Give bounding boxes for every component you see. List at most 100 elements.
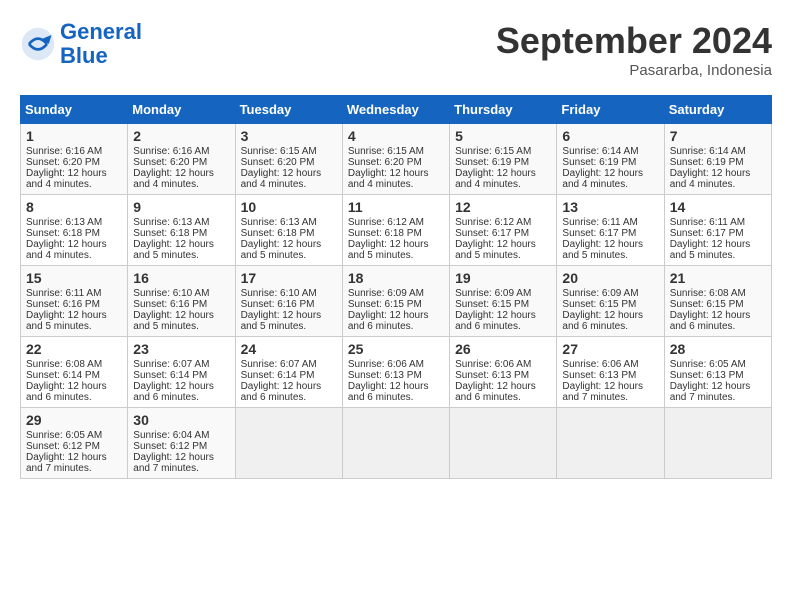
day-number: 4 xyxy=(348,128,444,144)
day-number: 29 xyxy=(26,412,122,428)
day-number: 28 xyxy=(670,341,766,357)
calendar-week-3: 15 Sunrise: 6:11 AM Sunset: 6:16 PM Dayli… xyxy=(21,266,772,337)
calendar-cell-15: 15 Sunrise: 6:11 AM Sunset: 6:16 PM Dayli… xyxy=(21,266,128,337)
weekday-header-friday: Friday xyxy=(557,96,664,124)
day-number: 30 xyxy=(133,412,229,428)
day-number: 13 xyxy=(562,199,658,215)
calendar-cell-13: 13 Sunrise: 6:11 AM Sunset: 6:17 PM Dayli… xyxy=(557,195,664,266)
day-info: Sunrise: 6:12 AM Sunset: 6:17 PM Dayligh… xyxy=(455,217,536,261)
day-info: Sunrise: 6:15 AM Sunset: 6:20 PM Dayligh… xyxy=(241,146,322,190)
day-info: Sunrise: 6:10 AM Sunset: 6:16 PM Dayligh… xyxy=(241,288,322,332)
calendar-cell-1: 1Sunrise: 6:16 AM Sunset: 6:20 PM Daylig… xyxy=(21,124,128,195)
calendar-week-4: 22 Sunrise: 6:08 AM Sunset: 6:14 PM Dayli… xyxy=(21,337,772,408)
day-info: Sunrise: 6:12 AM Sunset: 6:18 PM Dayligh… xyxy=(348,217,429,261)
calendar-cell-empty xyxy=(664,408,771,479)
calendar-cell-7: 7Sunrise: 6:14 AM Sunset: 6:19 PM Daylig… xyxy=(664,124,771,195)
day-number: 6 xyxy=(562,128,658,144)
day-number: 2 xyxy=(133,128,229,144)
day-number: 5 xyxy=(455,128,551,144)
calendar-body: 1 Sunrise: 6:16 AM Sunset: 6:20 PM Daylig… xyxy=(21,124,772,479)
calendar-cell-empty xyxy=(557,408,664,479)
calendar-cell-20: 20Sunrise: 6:09 AM Sunset: 6:15 PM Dayli… xyxy=(557,266,664,337)
calendar-week-1: 1 Sunrise: 6:16 AM Sunset: 6:20 PM Daylig… xyxy=(21,124,772,195)
day-info: Sunrise: 6:15 AM Sunset: 6:19 PM Dayligh… xyxy=(455,146,536,190)
day-info: Sunrise: 6:06 AM Sunset: 6:13 PM Dayligh… xyxy=(455,359,536,403)
day-info: Sunrise: 6:06 AM Sunset: 6:13 PM Dayligh… xyxy=(348,359,429,403)
calendar-cell-29: 29 Sunrise: 6:05 AM Sunset: 6:12 PM Dayli… xyxy=(21,408,128,479)
calendar-cell-3: 3 Sunrise: 6:15 AM Sunset: 6:20 PM Daylig… xyxy=(235,124,342,195)
weekday-header-monday: Monday xyxy=(128,96,235,124)
weekday-header-sunday: Sunday xyxy=(21,96,128,124)
logo-line2: Blue xyxy=(60,43,108,68)
weekday-header-tuesday: Tuesday xyxy=(235,96,342,124)
calendar-cell-23: 23Sunrise: 6:07 AM Sunset: 6:14 PM Dayli… xyxy=(128,337,235,408)
weekday-header-wednesday: Wednesday xyxy=(342,96,449,124)
logo-text: General Blue xyxy=(60,20,142,68)
day-number: 3 xyxy=(241,128,337,144)
day-info: Sunrise: 6:07 AM Sunset: 6:14 PM Dayligh… xyxy=(241,359,322,403)
day-info: Sunrise: 6:09 AM Sunset: 6:15 PM Dayligh… xyxy=(455,288,536,332)
day-info: Sunrise: 6:15 AM Sunset: 6:20 PM Dayligh… xyxy=(348,146,429,190)
page-header: General Blue September 2024 Pasararba, I… xyxy=(20,20,772,79)
calendar-table: SundayMondayTuesdayWednesdayThursdayFrid… xyxy=(20,95,772,479)
calendar-cell-11: 11 Sunrise: 6:12 AM Sunset: 6:18 PM Dayli… xyxy=(342,195,449,266)
day-number: 15 xyxy=(26,270,122,286)
day-number: 18 xyxy=(348,270,444,286)
day-number: 12 xyxy=(455,199,551,215)
location: Pasararba, Indonesia xyxy=(496,62,772,79)
day-number: 16 xyxy=(133,270,229,286)
day-info: Sunrise: 6:16 AM Sunset: 6:20 PM Dayligh… xyxy=(133,146,214,190)
calendar-week-5: 29 Sunrise: 6:05 AM Sunset: 6:12 PM Dayli… xyxy=(21,408,772,479)
day-number: 25 xyxy=(348,341,444,357)
day-number: 26 xyxy=(455,341,551,357)
day-number: 9 xyxy=(133,199,229,215)
logo: General Blue xyxy=(20,20,142,68)
day-info: Sunrise: 6:13 AM Sunset: 6:18 PM Dayligh… xyxy=(26,217,107,261)
weekday-header-thursday: Thursday xyxy=(450,96,557,124)
day-number: 27 xyxy=(562,341,658,357)
day-info: Sunrise: 6:11 AM Sunset: 6:17 PM Dayligh… xyxy=(670,217,751,261)
weekday-header-saturday: Saturday xyxy=(664,96,771,124)
day-info: Sunrise: 6:11 AM Sunset: 6:16 PM Dayligh… xyxy=(26,288,107,332)
day-info: Sunrise: 6:11 AM Sunset: 6:17 PM Dayligh… xyxy=(562,217,643,261)
day-number: 19 xyxy=(455,270,551,286)
calendar-cell-22: 22 Sunrise: 6:08 AM Sunset: 6:14 PM Dayli… xyxy=(21,337,128,408)
calendar-cell-empty xyxy=(342,408,449,479)
calendar-cell-27: 27 Sunrise: 6:06 AM Sunset: 6:13 PM Dayli… xyxy=(557,337,664,408)
calendar-cell-10: 10 Sunrise: 6:13 AM Sunset: 6:18 PM Dayli… xyxy=(235,195,342,266)
calendar-cell-9: 9Sunrise: 6:13 AM Sunset: 6:18 PM Daylig… xyxy=(128,195,235,266)
calendar-cell-24: 24Sunrise: 6:07 AM Sunset: 6:14 PM Dayli… xyxy=(235,337,342,408)
calendar-cell-28: 28 Sunrise: 6:05 AM Sunset: 6:13 PM Dayli… xyxy=(664,337,771,408)
day-number: 1 xyxy=(26,128,122,144)
day-number: 8 xyxy=(26,199,122,215)
day-info: Sunrise: 6:10 AM Sunset: 6:16 PM Dayligh… xyxy=(133,288,214,332)
day-number: 11 xyxy=(348,199,444,215)
calendar-cell-25: 25 Sunrise: 6:06 AM Sunset: 6:13 PM Dayli… xyxy=(342,337,449,408)
logo-line1: General xyxy=(60,19,142,44)
calendar-cell-6: 6 Sunrise: 6:14 AM Sunset: 6:19 PM Daylig… xyxy=(557,124,664,195)
day-info: Sunrise: 6:14 AM Sunset: 6:19 PM Dayligh… xyxy=(562,146,643,190)
day-info: Sunrise: 6:08 AM Sunset: 6:14 PM Dayligh… xyxy=(26,359,107,403)
calendar-cell-21: 21 Sunrise: 6:08 AM Sunset: 6:15 PM Dayli… xyxy=(664,266,771,337)
day-number: 21 xyxy=(670,270,766,286)
calendar-cell-14: 14Sunrise: 6:11 AM Sunset: 6:17 PM Dayli… xyxy=(664,195,771,266)
day-info: Sunrise: 6:04 AM Sunset: 6:12 PM Dayligh… xyxy=(133,430,214,474)
day-number: 10 xyxy=(241,199,337,215)
calendar-cell-30: 30 Sunrise: 6:04 AM Sunset: 6:12 PM Dayli… xyxy=(128,408,235,479)
calendar-cell-12: 12 Sunrise: 6:12 AM Sunset: 6:17 PM Dayli… xyxy=(450,195,557,266)
calendar-cell-8: 8 Sunrise: 6:13 AM Sunset: 6:18 PM Daylig… xyxy=(21,195,128,266)
calendar-cell-18: 18 Sunrise: 6:09 AM Sunset: 6:15 PM Dayli… xyxy=(342,266,449,337)
day-info: Sunrise: 6:08 AM Sunset: 6:15 PM Dayligh… xyxy=(670,288,751,332)
calendar-week-2: 8 Sunrise: 6:13 AM Sunset: 6:18 PM Daylig… xyxy=(21,195,772,266)
day-info: Sunrise: 6:05 AM Sunset: 6:13 PM Dayligh… xyxy=(670,359,751,403)
day-number: 22 xyxy=(26,341,122,357)
day-number: 17 xyxy=(241,270,337,286)
day-info: Sunrise: 6:05 AM Sunset: 6:12 PM Dayligh… xyxy=(26,430,107,474)
weekday-header-row: SundayMondayTuesdayWednesdayThursdayFrid… xyxy=(21,96,772,124)
day-number: 20 xyxy=(562,270,658,286)
day-info: Sunrise: 6:13 AM Sunset: 6:18 PM Dayligh… xyxy=(241,217,322,261)
calendar-cell-26: 26 Sunrise: 6:06 AM Sunset: 6:13 PM Dayli… xyxy=(450,337,557,408)
day-info: Sunrise: 6:09 AM Sunset: 6:15 PM Dayligh… xyxy=(348,288,429,332)
day-number: 23 xyxy=(133,341,229,357)
day-info: Sunrise: 6:06 AM Sunset: 6:13 PM Dayligh… xyxy=(562,359,643,403)
